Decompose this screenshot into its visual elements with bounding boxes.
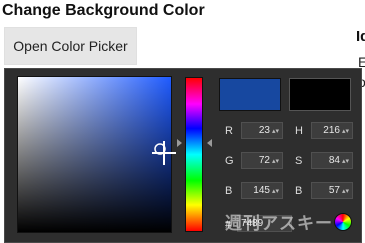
green-spinner-icon[interactable]: ▴▾ xyxy=(272,157,279,165)
color-wheel-icon[interactable] xyxy=(334,213,352,231)
blue-label: B xyxy=(225,185,233,197)
green-value: 72 xyxy=(258,155,270,166)
page-heading: Change Background Color xyxy=(2,2,205,19)
blue-value: 145 xyxy=(253,185,270,196)
hue-label: H xyxy=(295,125,303,137)
saturation-brightness-area[interactable] xyxy=(17,76,176,233)
right-column-heading: Id xyxy=(356,28,365,45)
hue-slider-left-arrow-icon[interactable] xyxy=(177,139,182,147)
saturation-value: 84 xyxy=(328,155,340,166)
red-spinner-icon[interactable]: ▴▾ xyxy=(272,127,279,135)
hue-spinner-icon[interactable]: ▴▾ xyxy=(342,127,349,135)
saturation-spinner-icon[interactable]: ▴▾ xyxy=(342,157,349,165)
red-label: R xyxy=(225,125,233,137)
brightness-spinner-icon[interactable]: ▴▾ xyxy=(342,187,349,195)
green-input[interactable]: 72 ▴▾ xyxy=(241,152,283,169)
original-color-swatch[interactable] xyxy=(289,78,351,111)
color-picker-panel: R 23 ▴▾ G 72 ▴▾ B 145 ▴▾ H 216 ▴▾ S 84 ▴▾ B 5… xyxy=(4,68,362,243)
blue-input[interactable]: 145 ▴▾ xyxy=(241,182,283,199)
watermark-text: 週刊アスキー xyxy=(225,214,333,233)
brightness-value: 57 xyxy=(328,185,340,196)
new-color-swatch xyxy=(219,78,281,111)
saturation-input[interactable]: 84 ▴▾ xyxy=(311,152,353,169)
saturation-label: S xyxy=(295,155,303,167)
blue-spinner-icon[interactable]: ▴▾ xyxy=(272,187,279,195)
open-color-picker-button[interactable]: Open Color Picker xyxy=(4,27,137,65)
green-label: G xyxy=(225,155,234,167)
hue-slider[interactable] xyxy=(185,77,203,232)
red-input[interactable]: 23 ▴▾ xyxy=(241,122,283,139)
hue-value: 216 xyxy=(323,125,340,136)
hue-input[interactable]: 216 ▴▾ xyxy=(311,122,353,139)
brightness-input[interactable]: 57 ▴▾ xyxy=(311,182,353,199)
hue-slider-right-arrow-icon[interactable] xyxy=(207,139,212,147)
crosshair-cursor-icon xyxy=(152,141,176,165)
red-value: 23 xyxy=(258,125,270,136)
brightness-label: B xyxy=(295,185,303,197)
